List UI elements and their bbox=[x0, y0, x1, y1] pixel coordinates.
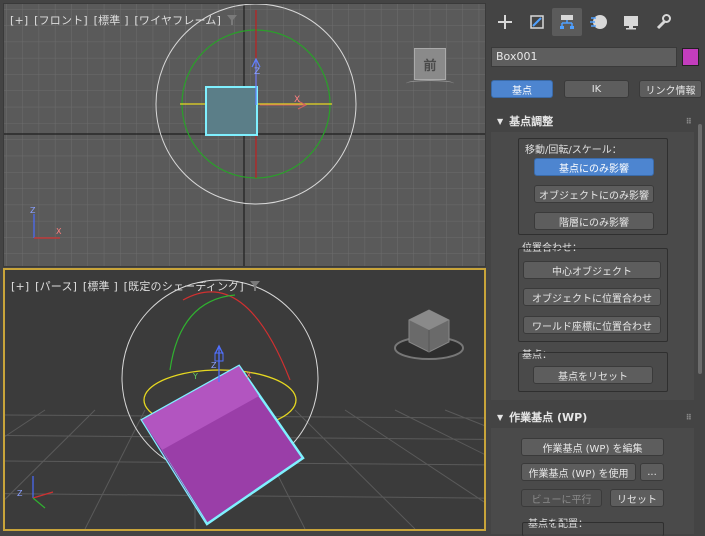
svg-text:Z: Z bbox=[30, 206, 36, 215]
working-pivot-options-button[interactable]: ... bbox=[640, 463, 664, 481]
object-color-swatch[interactable] bbox=[682, 48, 699, 66]
command-panel-tabs bbox=[488, 4, 705, 42]
plus-icon bbox=[498, 15, 512, 29]
viewcube-face-label: 前 bbox=[414, 48, 446, 80]
perspective-viewport-label[interactable]: [+] [パース] [標準 ] [既定のシェーディング] bbox=[11, 278, 260, 294]
display-tab[interactable] bbox=[616, 8, 646, 36]
motion-tab[interactable] bbox=[584, 8, 614, 36]
modify-icon bbox=[530, 15, 544, 29]
perspective-viewport[interactable]: Z Y X Z [+] [パース] [標準 ] [既定のシェーディング] bbox=[3, 268, 486, 531]
motion-icon bbox=[590, 15, 607, 29]
front-viewport-label[interactable]: [+] [フロント] [標準 ] [ワイヤフレーム] bbox=[10, 12, 237, 28]
command-panel: Box001 基点 IK リンク情報 ▼ 基点調整 ⠿ 移動/回転/スケール： … bbox=[488, 4, 705, 536]
move-rotate-scale-label: 移動/回転/スケール： bbox=[525, 145, 622, 156]
align-to-object-button[interactable]: オブジェクトに位置合わせ bbox=[523, 288, 661, 306]
hierarchy-tab[interactable] bbox=[552, 8, 582, 36]
reset-working-pivot-button[interactable]: リセット bbox=[610, 489, 664, 507]
center-to-object-button[interactable]: 中心オブジェクト bbox=[523, 261, 661, 279]
viewport-shading[interactable]: [ワイヤフレーム] bbox=[134, 14, 221, 27]
use-working-pivot-button[interactable]: 作業基点 (WP) を使用 bbox=[521, 463, 636, 481]
front-viewport[interactable]: Z X Z X [+] [フロント] [標準 ] [ワイヤフレーム] 前 bbox=[3, 3, 486, 267]
scrollbar-thumb[interactable] bbox=[698, 124, 702, 374]
viewport-preset[interactable]: [標準 ] bbox=[83, 280, 118, 293]
working-pivot-rollout-body: 作業基点 (WP) を編集 作業基点 (WP) を使用 ... ビューに平行 リ… bbox=[491, 428, 694, 536]
viewport-menu-plus[interactable]: [+] bbox=[11, 280, 29, 293]
svg-text:X: X bbox=[294, 95, 300, 105]
viewport-preset[interactable]: [標準 ] bbox=[94, 14, 129, 27]
adjust-pivot-title: 基点調整 bbox=[509, 115, 554, 128]
drag-handle-icon[interactable]: ⠿ bbox=[686, 413, 692, 422]
pivot-group: 基点をリセット bbox=[518, 352, 668, 392]
box-object-front[interactable] bbox=[205, 86, 258, 136]
svg-text:X: X bbox=[56, 227, 62, 236]
modify-tab[interactable] bbox=[522, 8, 552, 36]
viewport-menu-plus[interactable]: [+] bbox=[10, 14, 28, 27]
working-pivot-title: 作業基点 (WP) bbox=[509, 411, 588, 424]
link-info-subtab-button[interactable]: リンク情報 bbox=[639, 80, 702, 98]
affect-object-only-button[interactable]: オブジェクトにのみ影響 bbox=[534, 185, 654, 203]
affect-pivot-only-button[interactable]: 基点にのみ影響 bbox=[534, 158, 654, 176]
svg-text:Z: Z bbox=[254, 67, 260, 77]
adjust-pivot-rollout-header[interactable]: ▼ 基点調整 ⠿ bbox=[491, 112, 698, 130]
wrench-icon bbox=[656, 14, 671, 30]
svg-text:X: X bbox=[246, 371, 252, 380]
ik-subtab-button[interactable]: IK bbox=[564, 80, 629, 98]
create-tab[interactable] bbox=[490, 8, 520, 36]
adjust-pivot-rollout-body: 移動/回転/スケール： 基点にのみ影響 オブジェクトにのみ影響 階層にのみ影響 … bbox=[491, 132, 694, 400]
collapse-triangle-icon: ▼ bbox=[497, 116, 504, 126]
reset-pivot-button[interactable]: 基点をリセット bbox=[533, 366, 653, 384]
svg-text:Y: Y bbox=[192, 372, 198, 381]
viewport-view-name[interactable]: [パース] bbox=[35, 280, 77, 293]
utilities-tab[interactable] bbox=[648, 8, 678, 36]
filter-icon[interactable] bbox=[249, 281, 260, 291]
working-pivot-rollout-header[interactable]: ▼ 作業基点 (WP) ⠿ bbox=[491, 408, 698, 426]
command-panel-scrollbar[interactable] bbox=[698, 44, 703, 524]
align-to-view-button: ビューに平行 bbox=[521, 489, 602, 507]
svg-text:Z: Z bbox=[17, 489, 23, 498]
affect-hierarchy-only-button[interactable]: 階層にのみ影響 bbox=[534, 212, 654, 230]
pivot-subtab-button[interactable]: 基点 bbox=[491, 80, 553, 98]
monitor-icon bbox=[624, 16, 638, 30]
perspective-viewport-canvas: Z Y X Z bbox=[5, 270, 484, 529]
hierarchy-icon bbox=[560, 15, 574, 29]
object-name-field[interactable]: Box001 bbox=[491, 47, 677, 67]
collapse-triangle-icon: ▼ bbox=[497, 412, 504, 422]
edit-working-pivot-button[interactable]: 作業基点 (WP) を編集 bbox=[521, 438, 664, 456]
filter-icon[interactable] bbox=[226, 15, 237, 25]
svg-text:Z: Z bbox=[211, 361, 217, 370]
viewport-view-name[interactable]: [フロント] bbox=[34, 14, 88, 27]
move-rotate-scale-group: 移動/回転/スケール： 基点にのみ影響 オブジェクトにのみ影響 階層にのみ影響 bbox=[518, 138, 668, 235]
viewport-shading[interactable]: [既定のシェーディング] bbox=[124, 280, 244, 293]
drag-handle-icon[interactable]: ⠿ bbox=[686, 117, 692, 126]
viewcube-front[interactable]: 前 bbox=[406, 44, 462, 94]
align-to-world-button[interactable]: ワールド座標に位置合わせ bbox=[523, 316, 661, 334]
alignment-group: 中心オブジェクト オブジェクトに位置合わせ ワールド座標に位置合わせ bbox=[518, 248, 668, 342]
